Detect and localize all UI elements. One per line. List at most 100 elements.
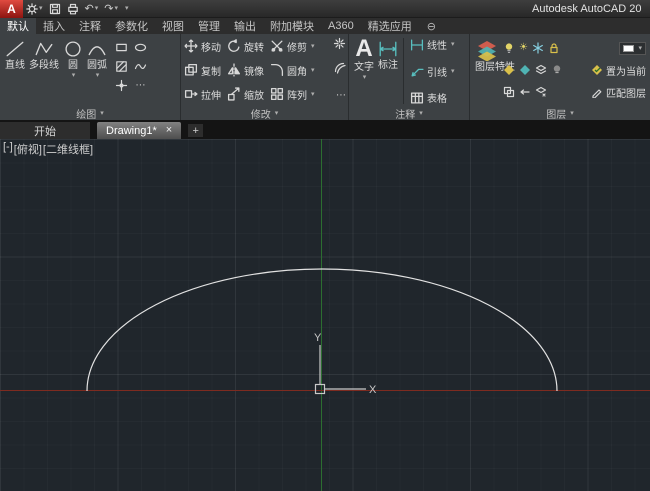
plot-button[interactable] — [64, 0, 82, 17]
close-icon[interactable]: × — [166, 125, 172, 136]
leader-button[interactable]: 引线 ▾ — [407, 64, 458, 79]
circle-icon — [65, 41, 81, 57]
chevron-down-icon: ▾ — [100, 109, 104, 117]
visual-style-control[interactable]: [二维线框] — [43, 141, 93, 157]
layer-walk-button[interactable] — [503, 86, 515, 98]
leader-icon — [411, 68, 424, 77]
tab-annotate[interactable]: 注释 — [72, 18, 108, 34]
file-tab-bar: 开始 Drawing1* × + — [0, 121, 650, 139]
layer-off-all-button[interactable] — [551, 64, 563, 76]
undo-button[interactable]: ↶ ▾ — [82, 0, 102, 17]
tab-drawing1[interactable]: Drawing1* × — [97, 122, 182, 139]
dimension-button[interactable]: 标注 — [376, 36, 400, 106]
boundary-button[interactable] — [132, 58, 149, 75]
snowflake-icon — [533, 42, 543, 54]
move-button[interactable]: 移动 — [181, 39, 224, 54]
circle-button[interactable]: 圆 ▾ — [61, 36, 85, 106]
fillet-button[interactable]: 圆角 ▾ — [267, 63, 318, 78]
panel-draw: 直线 多段线 圆 ▾ 圆弧 ▾ ⋯ 绘图 ▾ — [0, 34, 181, 121]
ribbon: 直线 多段线 圆 ▾ 圆弧 ▾ ⋯ 绘图 ▾ 移动 旋转 修剪 ▾ 复制 镜像 … — [0, 34, 650, 121]
tab-addins[interactable]: 附加模块 — [263, 18, 321, 34]
ellipse-button[interactable] — [132, 39, 149, 56]
table-button[interactable]: 表格 — [407, 90, 458, 105]
scale-button[interactable]: 缩放 — [224, 87, 267, 102]
save-button[interactable] — [46, 0, 64, 17]
undo-icon: ↶ — [84, 3, 94, 15]
chevron-down-icon: ▾ — [39, 5, 43, 12]
annotation-panel-title[interactable]: 注释 ▾ — [349, 106, 469, 121]
collapse-icon: ⊖ — [426, 20, 436, 33]
qat-customize-button[interactable]: ▾ — [121, 0, 132, 17]
ribbon-tab-bar: 默认 插入 注释 参数化 视图 管理 输出 附加模块 A360 精选应用 ⊖ — [0, 18, 650, 34]
tab-featured-apps[interactable]: 精选应用 — [361, 18, 419, 34]
layer-prev-button[interactable] — [519, 86, 531, 98]
viewport-menu-control[interactable]: [-] — [3, 141, 13, 157]
tab-manage[interactable]: 管理 — [191, 18, 227, 34]
redo-button[interactable]: ↷ ▾ — [101, 0, 121, 17]
layer-walk-icon — [503, 86, 515, 98]
layer-off-button[interactable] — [503, 42, 515, 54]
point-button[interactable] — [113, 77, 130, 94]
linear-dimension-icon — [410, 39, 424, 50]
tab-parametric[interactable]: 参数化 — [108, 18, 155, 34]
panel-modify: 移动 旋转 修剪 ▾ 复制 镜像 圆角 ▾ 拉伸 缩放 阵列 ▾ ⋯ 修改 ▾ — [181, 34, 349, 121]
layer-properties-button[interactable]: 图层特性 — [473, 36, 515, 106]
stretch-button[interactable]: 拉伸 — [181, 87, 224, 102]
chevron-down-icon: ▾ — [311, 66, 315, 74]
layer-lock-button[interactable] — [548, 42, 560, 54]
set-current-button[interactable]: 置为当前 — [591, 63, 646, 78]
linear-dimension-button[interactable]: 线性 ▾ — [407, 37, 458, 52]
quick-access-toolbar: ▾ ↶ ▾ ↷ ▾ ▾ — [23, 0, 132, 17]
offset-button[interactable] — [331, 61, 348, 79]
layer-thaw-button[interactable]: ☀ — [519, 43, 528, 53]
explode-icon — [333, 37, 346, 50]
app-logo-button[interactable]: A — [0, 0, 23, 18]
text-button[interactable]: A 文字 ▾ — [352, 36, 376, 106]
layers-panel-title[interactable]: 图层 ▾ — [470, 106, 650, 121]
model-space: X Y — [0, 139, 650, 491]
array-button[interactable]: 阵列 ▾ — [267, 87, 318, 102]
copy-button[interactable]: 复制 — [181, 63, 224, 78]
view-control[interactable]: [俯视] — [14, 141, 42, 157]
bulb-off-icon — [553, 65, 561, 74]
trim-button[interactable]: 修剪 ▾ — [267, 39, 318, 54]
plus-icon: + — [192, 124, 199, 137]
arc-button[interactable]: 圆弧 ▾ — [85, 36, 109, 106]
draw-more-button[interactable]: ⋯ — [132, 77, 149, 94]
tab-home[interactable]: 默认 — [0, 18, 36, 34]
explode-button[interactable] — [331, 37, 348, 55]
new-drawing-button[interactable]: + — [188, 124, 204, 137]
redo-icon: ↷ — [104, 3, 114, 15]
set-current-icon — [592, 65, 602, 75]
copy-icon — [184, 63, 198, 76]
polyline-button[interactable]: 多段线 — [27, 36, 61, 106]
tab-start[interactable]: 开始 — [0, 122, 90, 139]
ucs-icon[interactable]: X Y — [314, 332, 377, 396]
tab-a360[interactable]: A360 — [321, 18, 361, 34]
workspace-switch-button[interactable]: ▾ — [23, 0, 46, 17]
layer-freeze-button[interactable] — [532, 42, 544, 54]
draw-panel-title[interactable]: 绘图 ▾ — [0, 106, 180, 121]
chevron-down-icon: ▾ — [311, 42, 315, 50]
layer-state-button[interactable] — [535, 86, 547, 98]
modify-more-button[interactable]: ⋯ — [334, 85, 348, 103]
tab-output[interactable]: 输出 — [227, 18, 263, 34]
tab-view[interactable]: 视图 — [155, 18, 191, 34]
rectangle-button[interactable] — [113, 39, 130, 56]
ribbon-collapse-button[interactable]: ⊖ — [427, 18, 436, 34]
drawing-canvas[interactable]: [-] [俯视] [二维线框] X Y — [0, 139, 650, 491]
line-button[interactable]: 直线 — [3, 36, 27, 106]
hatch-button[interactable] — [113, 58, 130, 75]
titlebar: A ▾ ↶ ▾ ↷ ▾ ▾ Autodesk AutoCAD 20 — [0, 0, 650, 18]
layer-isolate-button[interactable] — [503, 64, 515, 76]
layer-unisolate-button[interactable] — [519, 64, 531, 76]
layer-properties-icon — [478, 41, 496, 61]
layer-select-dropdown[interactable]: ▾ — [619, 41, 646, 55]
modify-panel-title[interactable]: 修改 ▾ — [181, 106, 348, 121]
panel-layers: 图层特性 ☀ ▾ 置为当前 匹配图层 图层 ▾ — [470, 34, 650, 121]
mirror-button[interactable]: 镜像 — [224, 63, 267, 78]
match-layer-button[interactable]: 匹配图层 — [591, 85, 646, 100]
layer-freeze-all-button[interactable] — [535, 64, 547, 76]
tab-insert[interactable]: 插入 — [36, 18, 72, 34]
rotate-button[interactable]: 旋转 — [224, 39, 267, 54]
